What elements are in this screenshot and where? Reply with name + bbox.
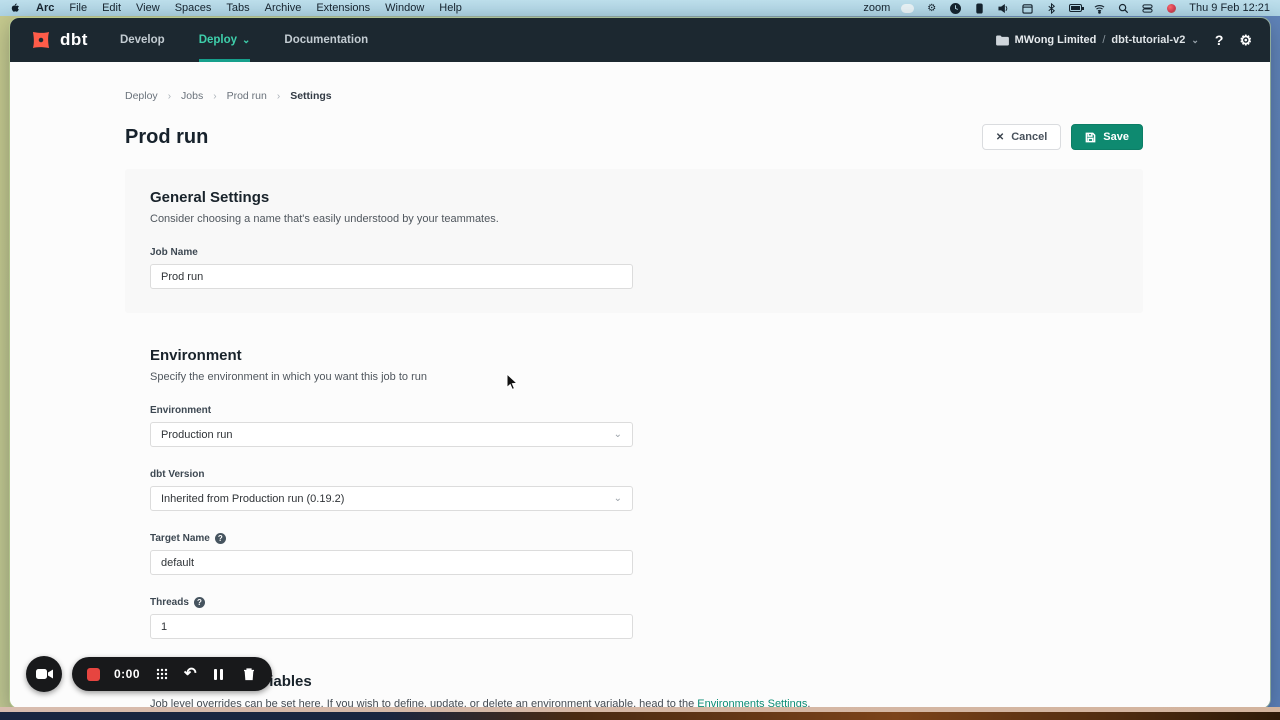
menu-arc[interactable]: Arc (36, 0, 54, 16)
menu-archive[interactable]: Archive (265, 0, 302, 16)
bluetooth-icon[interactable] (1045, 2, 1058, 15)
target-name-input[interactable] (150, 550, 633, 575)
dbt-version-label: dbt Version (150, 469, 1118, 480)
nav-documentation[interactable]: Documentation (284, 18, 368, 62)
title-row: Prod run ✕ Cancel Save (125, 124, 1143, 150)
wifi-icon[interactable] (1093, 2, 1106, 15)
page-content: Deploy › Jobs › Prod run › Settings Prod… (10, 62, 1270, 708)
general-settings-description: Consider choosing a name that's easily u… (150, 213, 1118, 225)
chevron-down-icon: ⌄ (242, 35, 250, 46)
settings-gear-icon[interactable]: ⚙ (1239, 33, 1252, 47)
menu-help[interactable]: Help (439, 0, 462, 16)
clock-icon[interactable] (949, 2, 962, 15)
dbt-logo-icon (28, 27, 54, 53)
menubar-left: Arc File Edit View Spaces Tabs Archive E… (10, 0, 462, 16)
project-name: dbt-tutorial-v2 (1111, 34, 1185, 46)
save-floppy-icon (1085, 132, 1096, 143)
recorder-camera-button[interactable] (26, 656, 62, 692)
menubar-clock[interactable]: Thu 9 Feb 12:21 (1189, 0, 1270, 16)
breadcrumb-settings: Settings (290, 90, 331, 102)
cloud-icon[interactable] (901, 2, 914, 15)
menu-window[interactable]: Window (385, 0, 424, 16)
recording-timer: 0:00 (114, 667, 140, 681)
pause-icon[interactable] (211, 666, 227, 682)
dbt-logo-text: dbt (60, 30, 88, 50)
menu-tabs[interactable]: Tabs (226, 0, 249, 16)
help-icon[interactable]: ? (1215, 33, 1224, 47)
control-center-icon[interactable] (1141, 2, 1154, 15)
video-camera-icon (36, 668, 53, 680)
menu-file[interactable]: File (69, 0, 87, 16)
chevron-right-icon: › (277, 91, 280, 102)
job-name-label: Job Name (150, 247, 1118, 258)
account-name: MWong Limited (1015, 34, 1097, 46)
dbt-version-select[interactable]: Inherited from Production run (0.19.2) ⌄ (150, 486, 633, 511)
breadcrumb: Deploy › Jobs › Prod run › Settings (125, 62, 1143, 102)
cancel-button[interactable]: ✕ Cancel (982, 124, 1061, 150)
account-switcher[interactable]: MWong Limited / dbt-tutorial-v2 ⌄ (996, 34, 1199, 46)
app-status-icon[interactable] (973, 2, 986, 15)
job-name-input[interactable] (150, 264, 633, 289)
account-separator: / (1102, 34, 1105, 46)
breadcrumb-deploy[interactable]: Deploy (125, 90, 158, 102)
dbt-app-header: dbt Develop Deploy⌄ Documentation MWong … (10, 18, 1270, 62)
menu-extensions[interactable]: Extensions (316, 0, 370, 16)
general-settings-heading: General Settings (150, 189, 1118, 206)
menu-view[interactable]: View (136, 0, 160, 16)
stop-recording-button[interactable] (87, 668, 100, 681)
recorder-toolbar: 0:00 ↶ (72, 657, 272, 691)
undo-icon[interactable]: ↶ (184, 667, 197, 681)
page-title: Prod run (125, 126, 208, 149)
volume-icon[interactable] (997, 2, 1010, 15)
menu-edit[interactable]: Edit (102, 0, 121, 16)
threads-input[interactable] (150, 614, 633, 639)
wallpaper-strip-dark (0, 712, 1280, 720)
general-settings-card: General Settings Consider choosing a nam… (125, 169, 1143, 313)
status-dot-icon[interactable] (1165, 2, 1178, 15)
trash-icon[interactable] (241, 666, 257, 682)
macos-menubar: Arc File Edit View Spaces Tabs Archive E… (0, 0, 1280, 16)
primary-nav: Develop Deploy⌄ Documentation (120, 18, 368, 62)
calendar-icon[interactable] (1021, 2, 1034, 15)
environment-section: Environment Specify the environment in w… (125, 347, 1143, 639)
environment-label: Environment (150, 405, 1118, 416)
chevron-down-icon: ⌄ (614, 493, 622, 504)
breadcrumb-prod-run[interactable]: Prod run (227, 90, 267, 102)
battery-icon[interactable] (1069, 2, 1082, 15)
help-circle-icon[interactable]: ? (194, 597, 205, 608)
environment-select[interactable]: Production run ⌄ (150, 422, 633, 447)
menubar-right: zoom ⚙ Thu 9 Feb 12:21 (863, 0, 1270, 16)
close-x-icon: ✕ (996, 132, 1004, 143)
drag-handle-icon[interactable] (154, 666, 170, 682)
spotlight-search-icon[interactable] (1117, 2, 1130, 15)
dbt-logo[interactable]: dbt (28, 27, 88, 53)
zoom-menu-label[interactable]: zoom (863, 0, 890, 16)
help-circle-icon[interactable]: ? (215, 533, 226, 544)
environment-heading: Environment (150, 347, 1118, 364)
breadcrumb-jobs[interactable]: Jobs (181, 90, 203, 102)
target-name-label: Target Name (150, 533, 210, 544)
environment-description: Specify the environment in which you wan… (150, 371, 1118, 383)
chevron-right-icon: › (168, 91, 171, 102)
save-button[interactable]: Save (1071, 124, 1143, 150)
nav-deploy[interactable]: Deploy⌄ (199, 18, 251, 62)
chevron-down-icon: ⌄ (1191, 35, 1199, 46)
chevron-down-icon: ⌄ (614, 429, 622, 440)
folder-icon (996, 35, 1009, 46)
threads-label: Threads (150, 597, 189, 608)
environment-variables-heading: Environment Variables (150, 673, 1118, 690)
header-right: MWong Limited / dbt-tutorial-v2 ⌄ ? ⚙ (996, 33, 1252, 47)
browser-window: dbt Develop Deploy⌄ Documentation MWong … (10, 18, 1270, 708)
nav-develop[interactable]: Develop (120, 18, 165, 62)
chevron-right-icon: › (213, 91, 216, 102)
environment-variables-section: Environment Variables Job level override… (125, 673, 1143, 708)
gear-menubar-icon[interactable]: ⚙ (925, 2, 938, 15)
apple-menu-icon[interactable] (10, 2, 21, 14)
menu-spaces[interactable]: Spaces (175, 0, 212, 16)
